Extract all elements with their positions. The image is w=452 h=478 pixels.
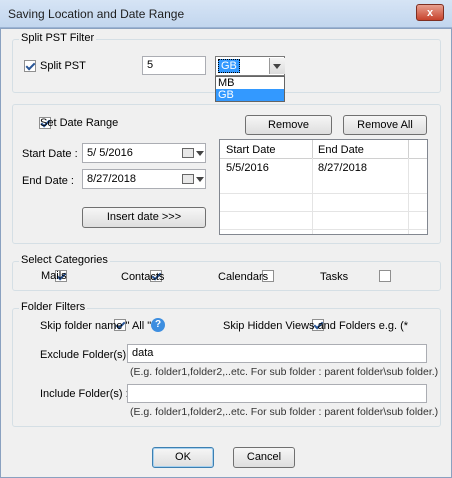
categories-group-label: Select Categories xyxy=(19,254,110,266)
column-divider xyxy=(312,158,313,234)
calendar-icon[interactable] xyxy=(182,148,194,158)
table-empty-rows xyxy=(220,176,427,234)
title-bar: Saving Location and Date Range x xyxy=(0,0,452,28)
tasks-label: Tasks xyxy=(320,271,349,283)
mails-label: Mails xyxy=(41,270,67,282)
split-pst-checkbox[interactable] xyxy=(24,60,36,72)
column-header-start[interactable]: Start Date xyxy=(226,144,276,156)
chevron-down-icon[interactable] xyxy=(196,177,204,182)
remove-button[interactable]: Remove xyxy=(245,115,332,135)
unit-dropdown-button[interactable] xyxy=(269,58,285,74)
column-divider xyxy=(408,140,409,158)
unit-select[interactable]: GB xyxy=(215,56,285,76)
table-row[interactable]: 5/5/2016 8/27/2018 xyxy=(220,158,427,176)
table-header: Start Date End Date xyxy=(220,140,427,159)
exclude-label: Exclude Folder(s) : xyxy=(40,349,133,361)
insert-date-button[interactable]: Insert date >>> xyxy=(82,207,206,228)
calendars-label: Calendars xyxy=(218,271,269,283)
include-hint: (E.g. folder1,folder2,..etc. For sub fol… xyxy=(130,406,439,418)
end-date-picker[interactable]: 8/27/2018 xyxy=(82,169,206,189)
close-button[interactable]: x xyxy=(416,4,444,21)
folder-filters-group-label: Folder Filters xyxy=(19,301,88,313)
unit-option-gb[interactable]: GB xyxy=(216,89,284,101)
close-icon: x xyxy=(426,7,434,19)
date-range-label: Set Date Range xyxy=(40,117,119,129)
split-pst-label: Split PST xyxy=(40,60,86,72)
end-date-value: 8/27/2018 xyxy=(87,173,136,185)
split-size-input[interactable]: 5 xyxy=(142,56,206,75)
split-pst-group-label: Split PST Filter xyxy=(19,32,97,44)
contacts-label: Contacts xyxy=(121,271,165,283)
exclude-folders-input[interactable]: data xyxy=(127,344,427,363)
ok-button[interactable]: OK xyxy=(152,447,214,468)
remove-all-button[interactable]: Remove All xyxy=(343,115,427,135)
start-date-picker[interactable]: 5/ 5/2016 xyxy=(82,143,206,163)
end-date-label: End Date : xyxy=(22,175,74,187)
skip-all-label: Skip folder name " All " xyxy=(40,320,152,332)
start-date-value: 5/ 5/2016 xyxy=(87,147,133,159)
start-date-label: Start Date : xyxy=(22,148,78,160)
chevron-down-icon xyxy=(273,64,281,69)
window-title: Saving Location and Date Range xyxy=(8,7,185,21)
exclude-hint: (E.g. folder1,folder2,..etc. For sub fol… xyxy=(130,366,439,378)
column-divider xyxy=(312,140,313,158)
skip-hidden-label: Skip Hidden Views and Folders e.g. (* xyxy=(223,320,409,332)
unit-selected-value: GB xyxy=(218,59,240,73)
unit-option-mb[interactable]: MB xyxy=(218,77,282,89)
calendar-icon[interactable] xyxy=(182,174,194,184)
chevron-down-icon[interactable] xyxy=(196,151,204,156)
tasks-checkbox[interactable] xyxy=(379,270,392,282)
unit-options-list: MB GB xyxy=(215,76,285,102)
help-icon[interactable]: ? xyxy=(151,318,165,332)
include-folders-input[interactable] xyxy=(127,384,427,403)
column-header-end[interactable]: End Date xyxy=(318,144,364,156)
cancel-button[interactable]: Cancel xyxy=(233,447,295,468)
table-cell-end: 8/27/2018 xyxy=(318,162,367,174)
column-divider xyxy=(408,158,409,234)
include-label: Include Folder(s) : xyxy=(40,388,129,400)
date-range-table[interactable]: Start Date End Date 5/5/2016 8/27/2018 xyxy=(219,139,428,235)
table-cell-start: 5/5/2016 xyxy=(226,162,269,174)
